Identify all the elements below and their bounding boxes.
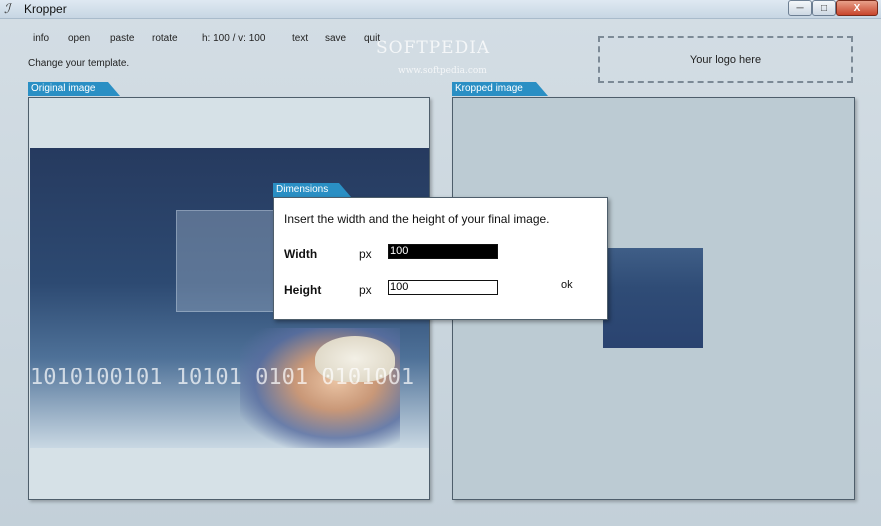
- minimize-button[interactable]: ─: [788, 0, 812, 16]
- kropper-icon: ℐ: [4, 1, 11, 16]
- binary-digits-art: 1010100101 10101 0101 0101001 101010 010…: [30, 368, 429, 390]
- dialog-instruction: Insert the width and the height of your …: [284, 212, 550, 226]
- menu-text[interactable]: text: [292, 33, 308, 44]
- kropped-image-tab: Kropped image: [452, 82, 548, 96]
- kropped-image-preview: [603, 248, 703, 348]
- width-unit: px: [359, 247, 372, 261]
- height-unit: px: [359, 283, 372, 297]
- height-label: Height: [284, 283, 322, 297]
- window-title: Kropper: [24, 2, 67, 16]
- template-hint[interactable]: Change your template.: [28, 58, 129, 69]
- maximize-button[interactable]: □: [812, 0, 836, 16]
- maximize-icon: □: [820, 2, 828, 14]
- title-bar: ℐ Kropper ─ □ X: [0, 0, 881, 19]
- menu-ratio[interactable]: h: 100 / v: 100: [202, 33, 265, 44]
- menu-info[interactable]: info: [33, 33, 49, 44]
- close-button[interactable]: X: [836, 0, 878, 16]
- menu-save[interactable]: save: [325, 33, 346, 44]
- menu-paste[interactable]: paste: [110, 33, 134, 44]
- width-label: Width: [284, 247, 318, 261]
- width-input[interactable]: 100: [388, 244, 498, 259]
- menu-open[interactable]: open: [68, 33, 90, 44]
- dimensions-dialog-tab: Dimensions: [273, 183, 351, 197]
- original-image-tab: Original image: [28, 82, 120, 96]
- ok-button[interactable]: ok: [561, 279, 573, 291]
- menu-rotate[interactable]: rotate: [152, 33, 178, 44]
- watermark-brand: SOFTPEDIA: [376, 38, 491, 58]
- dimensions-dialog: Insert the width and the height of your …: [273, 197, 608, 320]
- minimize-icon: ─: [796, 2, 804, 14]
- height-input[interactable]: 100: [388, 280, 498, 295]
- logo-placeholder[interactable]: Your logo here: [598, 36, 853, 83]
- watermark-url: www.softpedia.com: [398, 66, 487, 76]
- close-icon: X: [853, 2, 861, 14]
